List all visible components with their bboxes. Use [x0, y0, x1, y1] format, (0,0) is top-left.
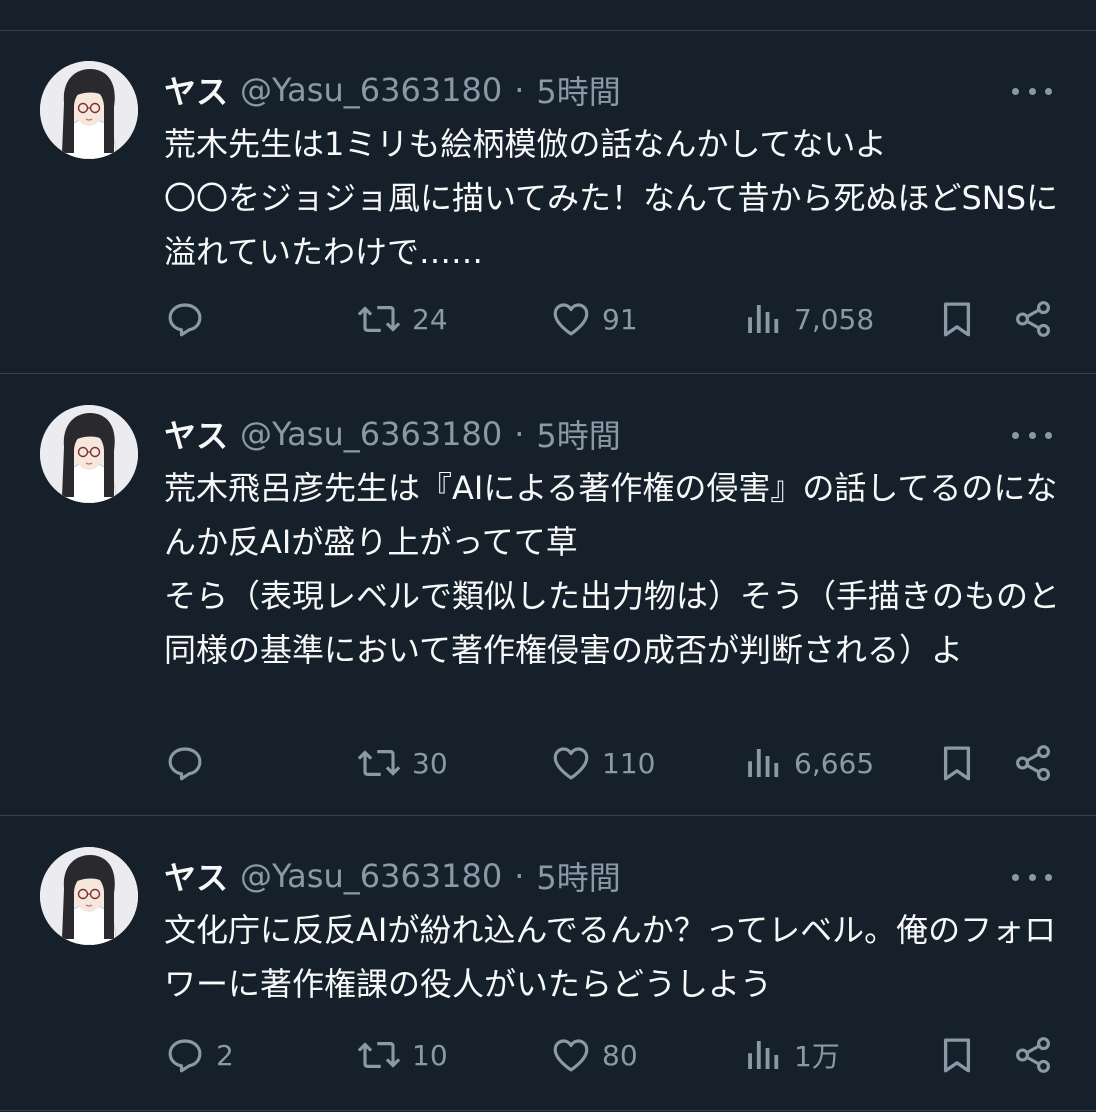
tweet[interactable]: ヤス @Yasu_6363180 · 5時間 荒木先生は1ミリも絵柄模倣の話なん… [0, 31, 1096, 374]
bookmark-button[interactable] [936, 738, 978, 788]
reply-count: 2 [216, 1038, 234, 1072]
display-name[interactable]: ヤス [164, 411, 228, 457]
timestamp[interactable]: 5時間 [536, 67, 620, 113]
share-icon [1016, 745, 1050, 781]
tweet-text: 荒木先生は1ミリも絵柄模倣の話なんかしてないよ 〇〇をジョジョ風に描いてみた！な… [164, 125, 1059, 271]
tweet[interactable]: ヤス @Yasu_6363180 · 5時間 文化庁に反反AIが紛れ込んでるんか… [0, 817, 1096, 1111]
action-bar: 24 91 7,058 [0, 294, 1096, 344]
views-icon [748, 1041, 779, 1069]
heart-icon [553, 747, 589, 780]
share-icon [1016, 301, 1050, 337]
tweet-header: ヤス @Yasu_6363180 · 5時間 [164, 409, 621, 459]
display-name[interactable]: ヤス [164, 67, 228, 113]
separator-dot: · [514, 415, 525, 453]
tweet-header: ヤス @Yasu_6363180 · 5時間 [164, 65, 621, 115]
retweet-count: 24 [412, 302, 448, 336]
share-button[interactable] [1012, 1030, 1054, 1080]
like-button[interactable]: 91 [550, 294, 638, 344]
reply-button[interactable] [164, 294, 216, 344]
views-button[interactable]: 1万 [742, 1030, 840, 1080]
like-button[interactable]: 110 [550, 738, 655, 788]
retweet-count: 10 [412, 1038, 448, 1072]
retweet-count: 30 [412, 746, 448, 780]
tweet-text: 荒木飛呂彦先生は『AIによる著作権の侵害』の話してるのになんか反AIが盛り上がっ… [164, 469, 1061, 669]
views-icon [748, 305, 779, 333]
views-count: 7,058 [794, 302, 875, 336]
tweet[interactable]: ヤス @Yasu_6363180 · 5時間 荒木飛呂彦先生は『AIによる著作権… [0, 375, 1096, 816]
share-button[interactable] [1012, 738, 1054, 788]
avatar[interactable] [40, 61, 138, 159]
reply-button[interactable]: 2 [164, 1030, 234, 1080]
bookmark-icon [943, 302, 971, 337]
bookmark-icon [943, 746, 971, 781]
reply-button[interactable] [164, 738, 216, 788]
more-icon[interactable] [1012, 425, 1052, 445]
separator-dot: · [514, 71, 525, 109]
avatar[interactable] [40, 405, 138, 503]
separator-dot: · [514, 857, 525, 895]
heart-icon [553, 1039, 589, 1072]
retweet-button[interactable]: 24 [356, 294, 448, 344]
action-bar: 2 10 80 1万 [0, 1030, 1096, 1080]
share-button[interactable] [1012, 294, 1054, 344]
views-button[interactable]: 7,058 [742, 294, 874, 344]
retweet-icon [357, 1042, 401, 1068]
views-button[interactable]: 6,665 [742, 738, 874, 788]
reply-icon [168, 303, 202, 337]
timestamp[interactable]: 5時間 [536, 411, 620, 457]
bookmark-icon [943, 1038, 971, 1073]
retweet-button[interactable]: 10 [356, 1030, 448, 1080]
views-icon [748, 749, 779, 777]
timestamp[interactable]: 5時間 [536, 853, 620, 899]
retweet-icon [357, 306, 401, 332]
user-handle[interactable]: @Yasu_6363180 [240, 857, 502, 895]
tweet-header: ヤス @Yasu_6363180 · 5時間 [164, 851, 621, 901]
more-icon[interactable] [1012, 867, 1052, 887]
retweet-button[interactable]: 30 [356, 738, 448, 788]
retweet-icon [357, 750, 401, 776]
bookmark-button[interactable] [936, 1030, 978, 1080]
like-count: 110 [602, 746, 656, 780]
views-count: 1万 [794, 1040, 840, 1073]
like-count: 91 [602, 302, 638, 336]
user-handle[interactable]: @Yasu_6363180 [240, 415, 502, 453]
like-button[interactable]: 80 [550, 1030, 638, 1080]
user-handle[interactable]: @Yasu_6363180 [240, 71, 502, 109]
heart-icon [553, 303, 589, 336]
bookmark-button[interactable] [936, 294, 978, 344]
tweet-text: 文化庁に反反AIが紛れ込んでるんか？ってレベル。俺のフォロワーに著作権課の役人が… [164, 911, 1057, 1003]
more-icon[interactable] [1012, 81, 1052, 101]
display-name[interactable]: ヤス [164, 853, 228, 899]
action-bar: 30 110 6,665 [0, 738, 1096, 788]
reply-icon [168, 1039, 202, 1073]
like-count: 80 [602, 1038, 638, 1072]
avatar[interactable] [40, 847, 138, 945]
share-icon [1016, 1037, 1050, 1073]
reply-icon [168, 747, 202, 781]
views-count: 6,665 [794, 746, 875, 780]
